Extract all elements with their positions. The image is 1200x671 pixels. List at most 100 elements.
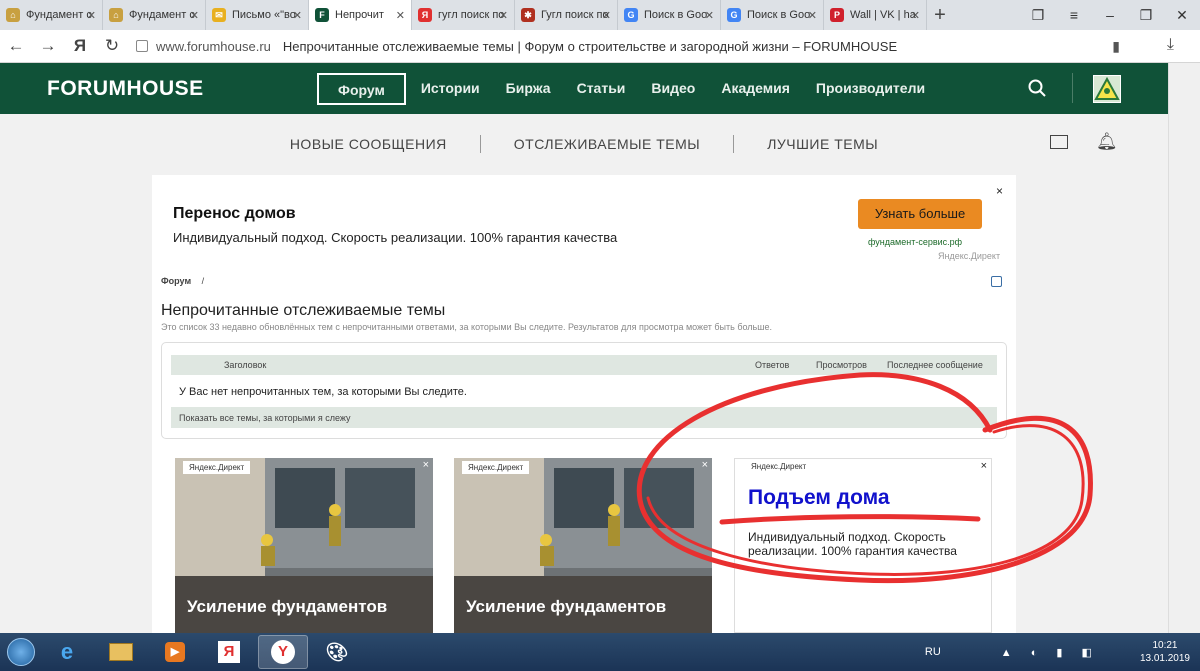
windows-taskbar: e ▶ Я Y 🎨︎ RU ▲ ◐ ▮ ◧ 10:21 13.01.2019 (0, 633, 1200, 671)
page-description: Это список 33 недавно обновлённых тем с … (161, 322, 772, 332)
ad-image-card[interactable]: Яндекс.Директ × Усиление фундаментов (454, 458, 712, 633)
reload-icon[interactable]: ↻ (96, 36, 128, 56)
explorer-icon[interactable] (96, 635, 146, 669)
google-icon: G (624, 8, 638, 22)
close-icon[interactable]: ✕ (87, 9, 96, 22)
mail-icon[interactable] (1050, 135, 1068, 149)
pinterest-icon: P (830, 8, 844, 22)
nav-manufacturers[interactable]: Производители (803, 73, 938, 105)
google-icon: G (727, 8, 741, 22)
ad-text-card[interactable]: Яндекс.Директ × Подъем дома Индивидуальн… (734, 458, 992, 633)
ad-title[interactable]: Перенос домов (173, 205, 296, 223)
close-icon[interactable]: ✕ (293, 9, 302, 22)
close-icon[interactable]: ✕ (190, 9, 199, 22)
minimize-icon[interactable]: – (1092, 7, 1128, 23)
avatar[interactable] (1093, 75, 1121, 103)
close-icon[interactable]: ✕ (499, 9, 508, 22)
breadcrumb: Форум / (161, 276, 204, 286)
browser-tab-active[interactable]: F Непрочит ✕ (309, 0, 412, 30)
column-views[interactable]: Просмотров (816, 360, 867, 370)
search-icon[interactable] (1028, 79, 1046, 97)
main-nav: Форум Истории Биржа Статьи Видео Академи… (317, 72, 938, 105)
ad-domain[interactable]: фундамент-сервис.рф (868, 237, 962, 247)
menu-icon[interactable]: ≡ (1056, 7, 1092, 23)
close-icon[interactable]: ✕ (705, 9, 714, 22)
empty-message: У Вас нет непрочитанных тем, за которыми… (179, 386, 467, 398)
browser-tab[interactable]: ⌂ Фундамент с ✕ (103, 0, 206, 30)
ad-title[interactable]: Подъем дома (748, 486, 890, 510)
subnav-watched-threads[interactable]: ОТСЛЕЖИВАЕМЫЕ ТЕМЫ (481, 136, 733, 152)
close-icon[interactable]: × (996, 184, 1003, 198)
column-title[interactable]: Заголовок (224, 360, 266, 370)
browser-tab[interactable]: P Wall | VK | ha ✕ (824, 0, 927, 30)
nav-exchange[interactable]: Биржа (493, 73, 564, 105)
ad-caption[interactable]: Усиление фундаментов (466, 597, 666, 617)
browser-tab[interactable]: G Поиск в Goo ✕ (721, 0, 824, 30)
close-window-icon[interactable]: ✕ (1164, 7, 1200, 24)
breadcrumb-forum[interactable]: Форум (161, 276, 191, 286)
ad-text: Индивидуальный подход. Скорость реализац… (173, 230, 618, 245)
forumhouse-icon: F (315, 8, 329, 22)
maximize-icon[interactable]: ❐ (1128, 7, 1164, 24)
subnav-new-posts[interactable]: НОВЫЕ СООБЩЕНИЯ (257, 136, 480, 152)
top-ad-banner[interactable]: Перенос домов Индивидуальный подход. Ско… (162, 181, 1006, 263)
yandex-home-icon[interactable]: Я (64, 36, 96, 56)
forward-icon[interactable]: → (32, 36, 64, 56)
nav-forum[interactable]: Форум (317, 72, 406, 105)
ad-provider: Яндекс.Директ (938, 251, 1001, 261)
bug-icon: ✱ (521, 8, 535, 22)
column-last-post[interactable]: Последнее сообщение (887, 360, 983, 370)
yandex-browser-icon[interactable]: Y (258, 635, 308, 669)
system-tray: RU ▲ ◐ ▮ ◧ 10:21 13.01.2019 (925, 633, 1190, 671)
browser-tab[interactable]: Ягугл поиск по ✕ (412, 0, 515, 30)
close-icon[interactable]: × (702, 459, 708, 471)
bookmark-icon[interactable]: ▮ (1112, 38, 1120, 55)
close-icon[interactable]: ✕ (602, 9, 611, 22)
learn-more-button[interactable]: Узнать больше (858, 199, 982, 229)
site-logo[interactable]: FORUMHOUSE (47, 77, 307, 101)
close-icon[interactable]: ✕ (396, 9, 405, 22)
ie-icon[interactable]: e (42, 635, 92, 669)
browser-tab[interactable]: G Поиск в Goo ✕ (618, 0, 721, 30)
close-icon[interactable]: ✕ (911, 9, 920, 22)
yandex-icon: Я (418, 8, 432, 22)
new-tab-button[interactable]: + (927, 4, 953, 27)
browser-tab[interactable]: ✱ Гугл поиск по ✕ (515, 0, 618, 30)
back-icon[interactable]: ← (0, 36, 32, 56)
ad-caption[interactable]: Усиление фундаментов (187, 597, 387, 617)
yandex-taskbar-icon[interactable]: Я (204, 635, 254, 669)
language-indicator[interactable]: RU (925, 646, 941, 658)
external-link-icon[interactable] (991, 276, 1002, 287)
start-button[interactable] (0, 633, 42, 671)
windows-logo-icon (7, 638, 35, 666)
paint-icon[interactable]: 🎨︎ (312, 635, 362, 669)
header-divider (1072, 73, 1073, 103)
bell-icon[interactable]: 🔔︎ (1096, 132, 1118, 152)
close-icon[interactable]: × (423, 459, 429, 471)
nav-academy[interactable]: Академия (708, 73, 803, 105)
tray-icons[interactable]: ▲ ◐ ▮ ◧ (1001, 646, 1100, 659)
show-all-threads-link[interactable]: Показать все темы, за которыми я слежу (171, 407, 997, 428)
browser-tab[interactable]: ⌂ Фундамент с ✕ (0, 0, 103, 30)
media-player-icon[interactable]: ▶ (150, 635, 200, 669)
nav-stories[interactable]: Истории (408, 73, 493, 105)
close-icon[interactable]: × (981, 460, 987, 472)
nav-articles[interactable]: Статьи (564, 73, 639, 105)
clock-date: 13.01.2019 (1139, 653, 1190, 664)
close-icon[interactable]: ✕ (808, 9, 817, 22)
browser-tab[interactable]: ✉ Письмо «"во ✕ (206, 0, 309, 30)
threads-table: Заголовок Ответов Просмотров Последнее с… (161, 342, 1007, 439)
avatar-image (1094, 76, 1120, 100)
column-replies[interactable]: Ответов (755, 360, 789, 370)
page-scrollbar[interactable] (1168, 63, 1200, 633)
ad-provider: Яндекс.Директ (183, 461, 251, 474)
ad-provider: Яндекс.Директ (751, 462, 807, 471)
nav-video[interactable]: Видео (638, 73, 708, 105)
subnav-best-threads[interactable]: ЛУЧШИЕ ТЕМЫ (734, 136, 911, 152)
ad-image-card[interactable]: Яндекс.Директ × Усиление фундаментов (175, 458, 433, 633)
url-field[interactable]: www.forumhouse.ru Непрочитанные отслежив… (136, 39, 897, 54)
tab-manager-icon[interactable]: ❐ (1020, 7, 1056, 24)
ad-text: Индивидуальный подход. Скорость реализац… (748, 530, 957, 558)
download-icon[interactable]: ⤓ (1167, 36, 1174, 54)
clock[interactable]: 10:21 13.01.2019 (1140, 639, 1190, 665)
